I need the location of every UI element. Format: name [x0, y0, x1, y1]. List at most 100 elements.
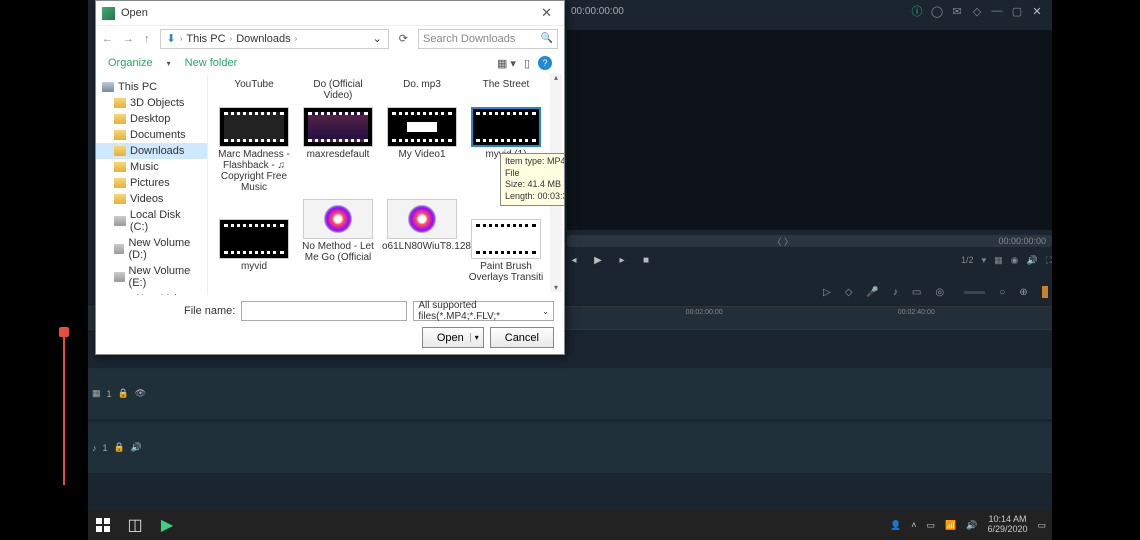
message-icon[interactable]: ✉	[950, 4, 964, 18]
sidebar-item-desktop[interactable]: Desktop	[96, 111, 207, 127]
zoom-plus-icon[interactable]: ⊕	[1019, 287, 1027, 298]
network-icon[interactable]: ▭	[926, 520, 935, 531]
lock-icon[interactable]: 🔒	[118, 388, 129, 399]
sidebar-item-volume-d[interactable]: New Volume (D:)	[96, 235, 207, 263]
file-tooltip: Item type: MP4 File Size: 41.4 MB Length…	[500, 153, 564, 206]
refresh-button[interactable]: ⟳	[399, 32, 408, 45]
dialog-titlebar: Open ✕	[96, 1, 564, 25]
zoom-slider[interactable]	[964, 291, 985, 294]
dialog-close-button[interactable]: ✕	[535, 5, 558, 21]
search-icon: 🔍	[541, 33, 553, 44]
minimize-icon[interactable]: —	[990, 4, 1004, 18]
marker-arrow-icon[interactable]: ▷	[823, 287, 831, 298]
help-button[interactable]: ?	[538, 56, 552, 70]
eye-icon[interactable]: 👁	[135, 388, 146, 399]
render-icon[interactable]	[1042, 286, 1048, 298]
task-view-button[interactable]: ◫	[126, 516, 144, 534]
filmora-app-icon[interactable]: ▶	[158, 516, 176, 534]
preview-pane-button[interactable]: ▯	[524, 57, 530, 70]
marker-icon[interactable]: ◇	[845, 287, 853, 298]
file-item[interactable]: Marc Madness - Flashback - ♫ Copyright F…	[214, 107, 294, 193]
nav-sidebar: This PC 3D Objects Desktop Documents Dow…	[96, 75, 208, 295]
clock[interactable]: 10:14 AM 6/29/2020	[987, 515, 1027, 535]
notifications-icon[interactable]: ▭	[1037, 520, 1046, 531]
up-button[interactable]: ↑	[144, 33, 150, 45]
volume-tray-icon[interactable]: 🔊	[966, 520, 977, 531]
wifi-icon[interactable]: 📶	[945, 520, 956, 531]
taskbar: ◫ ▶ 👤 ˄ ▭ 📶 🔊 10:14 AM 6/29/2020 ▭	[88, 510, 1052, 540]
audio-icon[interactable]: ♪	[893, 287, 898, 298]
prev-frame-button[interactable]: ◂	[567, 253, 581, 267]
progress-time: 00:00:00:00	[998, 236, 1052, 246]
file-type-filter[interactable]: All supported files(*.MP4;*.FLV;*⌄	[413, 301, 554, 321]
open-button[interactable]: Open▾	[422, 327, 484, 348]
snapshot-icon[interactable]: ◉	[1011, 255, 1019, 266]
lock-icon[interactable]: 🔒	[114, 442, 125, 453]
source-timecode: 00:00:00:00	[567, 6, 624, 17]
file-item[interactable]: My Video1	[382, 107, 462, 193]
next-frame-button[interactable]: ▸	[615, 253, 629, 267]
maximize-icon[interactable]: ▢	[1010, 4, 1024, 18]
play-button[interactable]: ▶	[591, 253, 605, 267]
back-button[interactable]: ←	[102, 33, 113, 45]
close-icon[interactable]: ✕	[1030, 4, 1044, 18]
file-grid: YouTube Do (Official Video) Do. mp3 The …	[208, 75, 564, 295]
account-icon[interactable]: ◯	[930, 4, 944, 18]
file-item[interactable]: o61LN80WiuT8.128	[382, 199, 462, 283]
forward-button[interactable]: →	[123, 33, 134, 45]
file-name-input[interactable]	[241, 301, 407, 321]
video-track-icon: ▦	[92, 388, 101, 399]
file-item[interactable]: Paint Brush Overlays Transiti	[466, 219, 546, 283]
open-file-dialog: Open ✕ ← → ↑ ⬇ › This PC › Downloads › ⌄…	[95, 0, 565, 355]
window-controls: ⓘ ◯ ✉ ◇ — ▢ ✕	[902, 0, 1052, 22]
audio-track-icon: ♪	[92, 443, 97, 453]
sidebar-item-pictures[interactable]: Pictures	[96, 175, 207, 191]
file-item[interactable]: maxresdefault	[298, 107, 378, 193]
quality-icon[interactable]: ▦	[994, 255, 1003, 266]
notify-icon[interactable]: ◇	[970, 4, 984, 18]
timeline-toolbar: ▷ ◇ 🎤 ♪ ▭ ◎ ○ ⊕	[567, 282, 1052, 302]
sidebar-item-videos[interactable]: Videos	[96, 191, 207, 207]
file-item[interactable]: No Method - Let Me Go (Official	[298, 199, 378, 283]
new-folder-button[interactable]: New folder	[185, 57, 238, 69]
mute-icon[interactable]: 🔊	[131, 442, 142, 453]
circ-icon[interactable]: ◎	[935, 287, 944, 298]
chevron-right-icon: ›	[295, 34, 298, 43]
playhead[interactable]	[63, 335, 65, 485]
volume-icon[interactable]: 🔊	[1026, 255, 1037, 266]
help-icon[interactable]: ⓘ	[910, 4, 924, 18]
video-track[interactable]: ▦ 1 🔒 👁	[88, 368, 1052, 420]
sidebar-item-this-pc[interactable]: This PC	[96, 79, 207, 95]
cancel-button[interactable]: Cancel	[490, 327, 554, 348]
chevron-up-icon[interactable]: ˄	[911, 520, 916, 530]
clip-icon[interactable]: ▭	[912, 287, 921, 298]
people-icon[interactable]: 👤	[890, 520, 901, 531]
organize-menu[interactable]: Organize	[108, 57, 153, 69]
sidebar-item-local-disk-c[interactable]: Local Disk (C:)	[96, 207, 207, 235]
dropdown-icon[interactable]: ▾	[982, 255, 987, 266]
sidebar-item-3d-objects[interactable]: 3D Objects	[96, 95, 207, 111]
chevron-down-icon: ▾	[470, 333, 479, 342]
view-mode-button[interactable]: ▦ ▾	[497, 57, 516, 70]
sidebar-item-volume-e[interactable]: New Volume (E:)	[96, 263, 207, 291]
progress-bar[interactable]: 〈 〉 00:00:00:00	[567, 235, 1052, 247]
file-name-label: File name:	[184, 305, 235, 317]
sidebar-item-documents[interactable]: Documents	[96, 127, 207, 143]
breadcrumb[interactable]: ⬇ › This PC › Downloads › ⌄	[160, 29, 389, 49]
app-icon	[102, 7, 115, 20]
file-item[interactable]: myvid	[214, 219, 294, 283]
zoom-out-icon[interactable]: ○	[999, 287, 1005, 298]
dialog-title: Open	[121, 7, 148, 19]
sidebar-item-downloads[interactable]: Downloads	[96, 143, 207, 159]
stop-button[interactable]: ■	[639, 253, 653, 267]
preview-panel	[567, 30, 1052, 230]
chevron-down-icon[interactable]: ⌄	[373, 32, 382, 45]
search-input[interactable]: Search Downloads 🔍	[418, 29, 558, 49]
zoom-fraction: 1/2	[961, 255, 974, 265]
mic-icon[interactable]: 🎤	[866, 287, 878, 298]
chevron-right-icon: ›	[180, 34, 183, 43]
chevron-right-icon: ›	[230, 34, 233, 43]
audio-track[interactable]: ♪ 1 🔒 🔊	[88, 422, 1052, 474]
sidebar-item-music[interactable]: Music	[96, 159, 207, 175]
start-button[interactable]	[94, 516, 112, 534]
